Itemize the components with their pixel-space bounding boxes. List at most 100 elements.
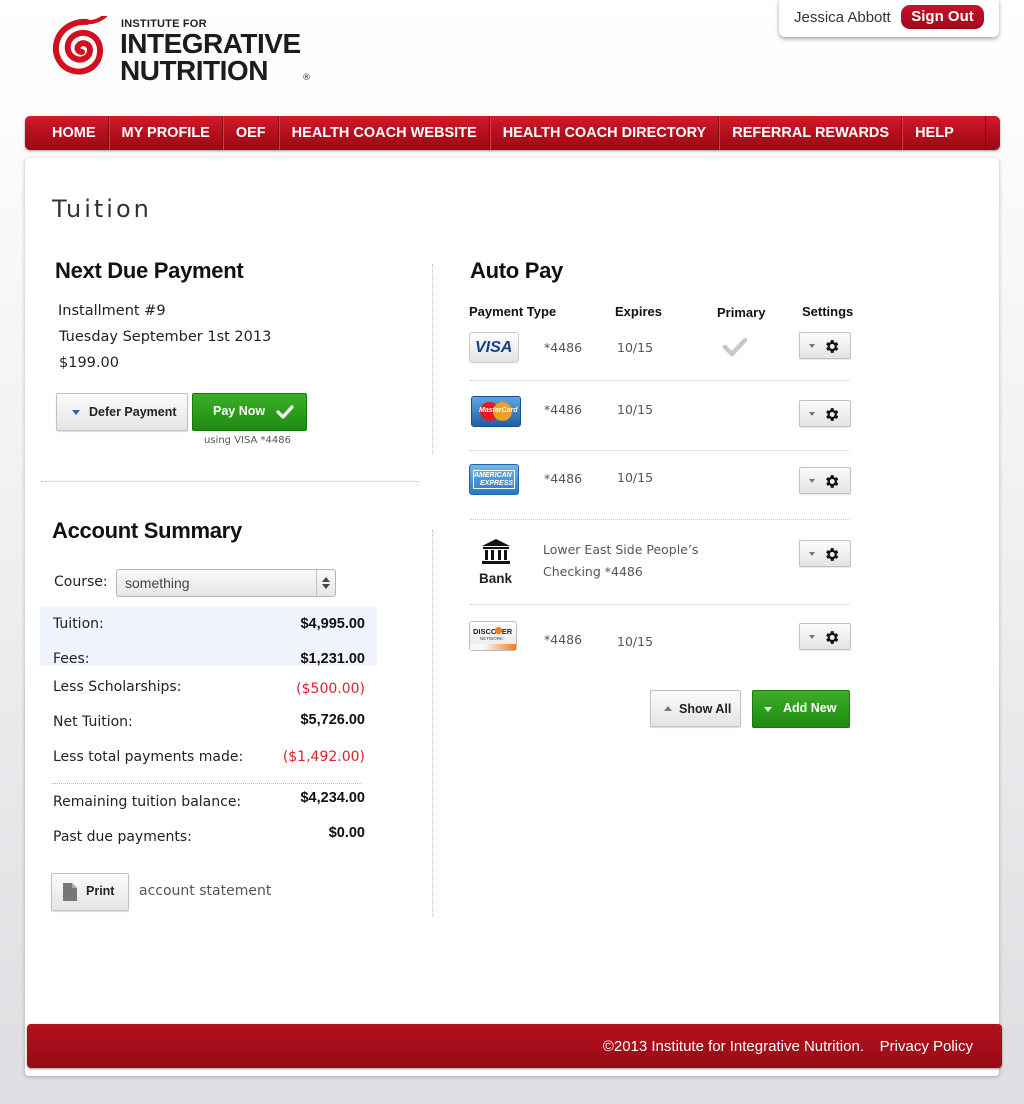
column-divider (432, 530, 433, 916)
summary-label: Fees: (53, 651, 90, 667)
nav-item-help[interactable]: HELP (902, 116, 986, 150)
column-header-expires: Expires (615, 304, 662, 319)
summary-label: Less Scholarships: (53, 679, 182, 695)
nav-item-referral-rewards[interactable]: REFERRAL REWARDS (719, 116, 903, 150)
mastercard-card-icon: MasterCard (471, 396, 521, 427)
settings-button[interactable] (799, 400, 851, 427)
bank-label: Bank (479, 571, 513, 586)
pay-now-label: Pay Now (213, 404, 266, 418)
amex-brand-line1: AMERICAN (474, 472, 512, 479)
summary-row-tuition: Tuition: $4,995.00 (40, 607, 377, 642)
copyright-text: ©2013 Institute for Integrative Nutritio… (602, 1038, 864, 1055)
defer-payment-label: Defer Payment (89, 405, 177, 419)
next-payment-heading: Next Due Payment (55, 258, 244, 283)
visa-brand-text: VISA (475, 339, 513, 356)
nav-item-health-coach-website[interactable]: HEALTH COACH WEBSITE (278, 116, 490, 150)
logo-line-1: INTEGRATIVE (120, 28, 301, 59)
summary-row-payments-made: Less total payments made: ($1,492.00) (40, 747, 377, 782)
amex-card-icon: AMERICAN EXPRESS (469, 464, 519, 495)
column-divider (432, 264, 433, 454)
bank-icon (482, 539, 510, 564)
summary-value: $5,726.00 (300, 712, 365, 728)
page-title: Tuition (52, 195, 152, 223)
summary-value: ($1,492.00) (282, 749, 365, 765)
card-expires: 10/15 (617, 634, 654, 649)
nav-item-oef[interactable]: OEF (222, 116, 279, 150)
caret-up-icon (664, 706, 672, 711)
print-button[interactable]: Print (51, 873, 129, 911)
summary-value: $4,234.00 (300, 790, 365, 806)
card-number: *4486 (544, 340, 583, 355)
summary-value: $4,995.00 (300, 616, 365, 632)
settings-button[interactable] (799, 623, 851, 650)
print-caption: account statement (139, 883, 272, 899)
logo-line-2: NUTRITION (120, 55, 268, 86)
bank-account-number: Checking *4486 (543, 564, 643, 579)
document-icon (63, 883, 77, 901)
course-select[interactable]: something (116, 569, 336, 597)
summary-row-fees: Fees: $1,231.00 (40, 642, 377, 667)
settings-button[interactable] (799, 467, 851, 494)
defer-payment-button[interactable]: Defer Payment (56, 393, 188, 431)
card-number: *4486 (544, 632, 583, 647)
account-summary-heading: Account Summary (52, 518, 242, 543)
summary-value: ($500.00) (296, 681, 365, 697)
pay-now-button[interactable]: Pay Now (192, 393, 307, 431)
caret-down-icon (764, 707, 772, 712)
summary-label: Tuition: (53, 616, 104, 632)
gear-icon (826, 408, 839, 421)
gear-icon (826, 548, 839, 561)
add-new-button[interactable]: Add New (752, 690, 850, 728)
row-divider (470, 519, 850, 520)
row-divider (470, 450, 850, 451)
course-select-value: something (125, 575, 190, 591)
card-number: *4486 (544, 471, 583, 486)
section-divider (41, 481, 419, 482)
column-header-settings: Settings (802, 304, 854, 319)
gear-icon (826, 340, 839, 353)
main-panel: Tuition Next Due Payment Installment #9 … (25, 158, 999, 1076)
summary-label: Remaining tuition balance: (53, 794, 242, 810)
spiral-logo-icon (53, 16, 107, 75)
iin-logo[interactable]: INSTITUTE FOR INTEGRATIVE NUTRITION ® (50, 16, 320, 86)
nav-item-my-profile[interactable]: MY PROFILE (108, 116, 223, 150)
nav-item-health-coach-directory[interactable]: HEALTH COACH DIRECTORY (489, 116, 720, 150)
gear-icon (826, 631, 839, 644)
primary-checkmark-icon (722, 337, 748, 357)
visa-card-icon: VISA (469, 332, 519, 363)
row-divider (470, 604, 850, 605)
pay-method-caption: using VISA *4486 (204, 435, 291, 446)
sign-out-button[interactable]: Sign Out (901, 5, 984, 29)
amex-brand-line2: EXPRESS (480, 480, 514, 487)
discover-card-icon: DISCOVER NETWORK (469, 621, 517, 651)
show-all-button[interactable]: Show All (650, 690, 741, 727)
settings-button[interactable] (799, 332, 851, 359)
summary-row-past-due: Past due payments: $0.00 (40, 825, 377, 862)
caret-down-icon (72, 410, 80, 415)
payment-date: Tuesday September 1st 2013 (59, 329, 272, 345)
summary-value: $0.00 (328, 825, 365, 841)
logo-registered-mark: ® (302, 73, 311, 83)
user-box: Jessica Abbott Sign Out (779, 0, 999, 37)
select-arrows-icon (316, 570, 335, 596)
add-new-label: Add New (783, 701, 837, 715)
summary-divider (52, 783, 362, 784)
summary-label: Less total payments made: (53, 749, 244, 765)
gear-icon (826, 475, 839, 488)
card-expires: 10/15 (617, 340, 654, 355)
show-all-label: Show All (679, 702, 732, 716)
card-expires: 10/15 (617, 402, 654, 417)
settings-button[interactable] (799, 540, 851, 567)
summary-row-scholarships: Less Scholarships: ($500.00) (40, 677, 377, 712)
course-label: Course: (54, 574, 108, 590)
main-nav: HOME MY PROFILE OEF HEALTH COACH WEBSITE… (25, 116, 1000, 150)
payment-amount: $199.00 (59, 355, 119, 371)
privacy-policy-link[interactable]: Privacy Policy (880, 1038, 973, 1055)
user-name: Jessica Abbott (794, 9, 891, 26)
summary-value: $1,231.00 (300, 651, 365, 667)
auto-pay-heading: Auto Pay (470, 258, 563, 283)
row-divider (470, 380, 850, 381)
discover-network-text: NETWORK (480, 636, 503, 641)
print-label: Print (86, 884, 115, 898)
nav-item-home[interactable]: HOME (25, 116, 109, 150)
